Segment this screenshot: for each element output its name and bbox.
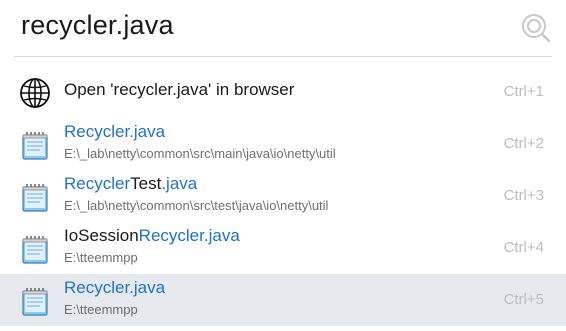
notepad-icon [18, 284, 52, 318]
title-match: .java [161, 174, 198, 193]
search-bar[interactable]: recycler.java [0, 0, 566, 56]
result-row[interactable]: IoSessionRecycler.java E:\tteemmpp Ctrl+4 [0, 222, 566, 274]
title-match: Recycler.java [64, 278, 166, 297]
shortcut-hint: Ctrl+3 [503, 187, 544, 204]
result-path: E:\_lab\netty\common\src\main\java\io\ne… [64, 146, 336, 161]
title-text: Open 'recycler.java' in browser [64, 80, 295, 99]
title-text: Test [130, 174, 162, 193]
notepad-icon [18, 232, 52, 266]
result-title: IoSessionRecycler.java [64, 226, 240, 246]
result-row[interactable]: Open 'recycler.java' in browser Ctrl+1 [0, 66, 566, 118]
notepad-icon [18, 180, 52, 214]
result-title: Open 'recycler.java' in browser [64, 80, 294, 100]
results-list: Open 'recycler.java' in browser Ctrl+1 Re… [0, 66, 566, 326]
result-path: E:\_lab\netty\common\src\test\java\io\ne… [64, 198, 329, 213]
result-title: Recycler.java [64, 278, 165, 298]
result-path: E:\tteemmpp [64, 250, 138, 265]
shortcut-hint: Ctrl+4 [503, 239, 544, 256]
shortcut-hint: Ctrl+1 [503, 83, 544, 100]
shortcut-hint: Ctrl+5 [503, 291, 544, 308]
title-match: Recycler [64, 174, 131, 193]
result-row[interactable]: RecyclerTest.java E:\_lab\netty\common\sr… [0, 170, 566, 222]
title-match: Recycler.java [138, 226, 240, 245]
result-row[interactable]: Recycler.java E:\_lab\netty\common\src\ma… [0, 118, 566, 170]
result-row[interactable]: Recycler.java E:\tteemmpp Ctrl+5 [0, 274, 566, 326]
result-title: RecyclerTest.java [64, 174, 197, 194]
search-icon[interactable] [518, 10, 552, 44]
result-path: E:\tteemmpp [64, 302, 138, 317]
shortcut-hint: Ctrl+2 [503, 135, 544, 152]
scrollbar[interactable] [561, 66, 565, 331]
result-title: Recycler.java [64, 122, 165, 142]
globe-icon [18, 76, 52, 110]
divider [14, 56, 552, 57]
search-input[interactable]: recycler.java [21, 10, 174, 41]
title-match: Recycler.java [64, 122, 166, 141]
notepad-icon [18, 128, 52, 162]
title-text: IoSession [64, 226, 139, 245]
